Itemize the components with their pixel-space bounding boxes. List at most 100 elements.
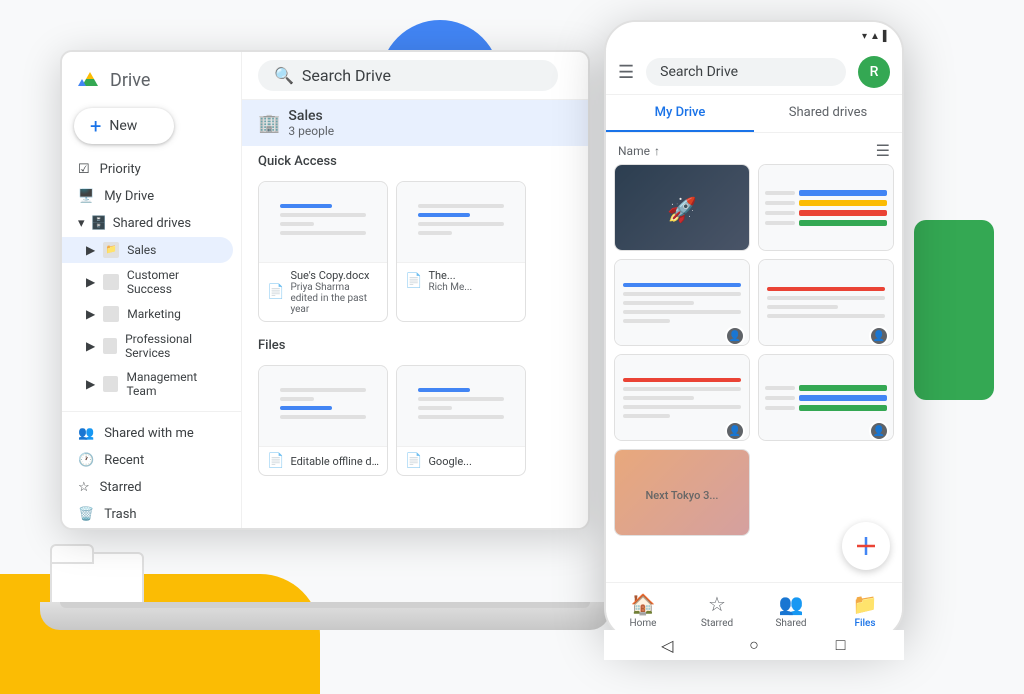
tab-shared-drives[interactable]: Shared drives: [754, 95, 902, 132]
sales-label: Sales: [127, 243, 156, 257]
hamburger-menu-icon[interactable]: ☰: [618, 62, 634, 83]
tab-shared-drives-label: Shared drives: [789, 105, 867, 120]
new-button[interactable]: + New: [74, 108, 174, 144]
recents-button[interactable]: □: [831, 635, 851, 655]
sidebar: Drive + New ☑ Priority 🖥️ My Drive: [62, 52, 242, 528]
professional-drive-icon: [103, 338, 117, 354]
shared-with-me-label: Shared with me: [104, 426, 194, 441]
shared-nav-icon: 👥: [779, 592, 804, 616]
desktop-topbar: 🔍 Search Drive: [242, 52, 588, 100]
sales-drive-icon: 📁: [103, 242, 119, 258]
customer-drive-icon: [103, 274, 119, 290]
file-card-the[interactable]: 📄 The... Rich Me...: [396, 181, 526, 322]
sidebar-drive-management[interactable]: ▶ Management Team: [62, 365, 233, 403]
laptop-container: Drive + New ☑ Priority 🖥️ My Drive: [60, 50, 620, 630]
drive-logo-text: Drive: [110, 70, 150, 91]
sort-control[interactable]: Name ↑: [618, 144, 660, 158]
starred-nav-icon: ☆: [708, 592, 726, 616]
priority-label: Priority: [100, 162, 141, 177]
desktop-search-box[interactable]: 🔍 Search Drive: [258, 60, 558, 91]
selected-drive-name: Sales: [288, 108, 334, 124]
tab-my-drive-label: My Drive: [655, 105, 706, 120]
file-person-2: Rich Me...: [428, 282, 472, 293]
tab-my-drive[interactable]: My Drive: [606, 95, 754, 132]
desktop-search-text: Search Drive: [302, 66, 391, 85]
file-thumb-tokyo: Next Tokyo 3...: [615, 450, 749, 536]
file-card-task[interactable]: 👤 W Task details ⋮: [614, 259, 750, 346]
astronaut-image: 🚀: [615, 165, 749, 251]
trash-label: Trash: [104, 507, 136, 522]
my-drive-icon: 🖥️: [78, 189, 94, 204]
user-avatar[interactable]: R: [858, 56, 890, 88]
file-card-sues-copy[interactable]: 📄 Sue's Copy.docx Priya Sharma edited in…: [258, 181, 388, 322]
sidebar-item-trash[interactable]: 🗑️ Trash: [62, 501, 233, 528]
fab-button[interactable]: [842, 522, 890, 570]
mobile-search-text: Search Drive: [660, 64, 738, 80]
file-name-editable: Editable offline docu...: [290, 455, 379, 468]
phone-nav-bar: ◁ ○ □: [604, 630, 904, 660]
file-name: Sue's Copy.docx: [290, 269, 379, 282]
file-thumb-task: 👤: [615, 260, 749, 346]
mobile-file-grid: 🚀 🖼️ astronaut.jpg ⋮: [606, 164, 902, 544]
marketing-drive-icon: [103, 306, 119, 322]
file-card-editable[interactable]: 📄 Editable offline docu...: [258, 365, 388, 476]
file-thumb-google: [397, 366, 525, 446]
file-thumb-work-list: 👤: [759, 355, 893, 441]
sidebar-drive-professional[interactable]: ▶ Professional Services: [62, 327, 233, 365]
list-view-icon[interactable]: ☰: [876, 141, 890, 160]
home-button[interactable]: ○: [744, 635, 764, 655]
phone-container: ▾ ▲ ▌ ☰ Search Drive R My Drive Shared d…: [604, 20, 904, 660]
shared-avatar-4: 👤: [869, 421, 889, 441]
sort-arrow-icon: ↑: [654, 144, 660, 158]
sidebar-drive-sales[interactable]: ▶ 📁 Sales: [62, 237, 233, 263]
file-card-thumb: [259, 182, 387, 262]
sidebar-item-starred[interactable]: ☆ Starred: [62, 474, 233, 501]
user-initial: R: [870, 64, 879, 80]
sidebar-item-priority[interactable]: ☑ Priority: [62, 156, 233, 183]
file-thumb-astronaut: 🚀: [615, 165, 749, 251]
file-card-tokyo[interactable]: Next Tokyo 3... 🖼️ Next Tokyo 3... ⋮: [614, 449, 750, 536]
arrow-right-icon-5: ▶: [86, 377, 95, 391]
sidebar-item-my-drive[interactable]: 🖥️ My Drive: [62, 183, 233, 210]
desktop-drive-ui: Drive + New ☑ Priority 🖥️ My Drive: [62, 52, 588, 528]
shared-avatar: 👤: [725, 326, 745, 346]
file-name-google: Google...: [428, 455, 517, 468]
files-nav-icon: 📁: [853, 592, 878, 616]
phone-body: ▾ ▲ ▌ ☰ Search Drive R My Drive Shared d…: [604, 20, 904, 640]
back-button[interactable]: ◁: [657, 635, 677, 655]
mobile-topbar: ☰ Search Drive R: [606, 50, 902, 95]
file-card-major[interactable]: 👤 📄 Major opportu... ⋮: [758, 259, 894, 346]
files-nav-label: Files: [854, 618, 875, 629]
quick-access-grid: 📄 Sue's Copy.docx Priya Sharma edited in…: [242, 173, 588, 330]
file-thumb-gantt: [759, 165, 893, 251]
new-plus-icon: +: [90, 116, 101, 136]
shared-drives-header[interactable]: ▾ 🗄️ Shared drives: [62, 210, 241, 237]
arrow-right-icon-2: ▶: [86, 275, 95, 289]
sort-label-text: Name: [618, 144, 650, 158]
shared-drive-banner: 🏢 Sales 3 people: [242, 100, 588, 146]
sidebar-drive-customer[interactable]: ▶ Customer Success: [62, 263, 233, 301]
quick-access-label: Quick Access: [242, 146, 588, 173]
starred-icon: ☆: [78, 480, 90, 495]
sidebar-divider: [62, 411, 241, 412]
laptop-screen: Drive + New ☑ Priority 🖥️ My Drive: [60, 50, 590, 530]
sidebar-item-shared-with-me[interactable]: 👥 Shared with me: [62, 420, 233, 447]
file-card-work-list[interactable]: 👤 X Work List_01 ⋮: [758, 354, 894, 441]
sidebar-drive-marketing[interactable]: ▶ Marketing: [62, 301, 233, 327]
files-section-label: Files: [242, 330, 588, 357]
doc-icon-2: 📄: [405, 273, 422, 289]
file-card-gantt[interactable]: 📊 Gantt chart ⋮: [758, 164, 894, 251]
drive-logo-area: Drive: [62, 60, 241, 104]
file-card-my-doc[interactable]: 👤 P My Document ⋮: [614, 354, 750, 441]
file-card-google[interactable]: 📄 Google...: [396, 365, 526, 476]
file-card-astronaut[interactable]: 🚀 🖼️ astronaut.jpg ⋮: [614, 164, 750, 251]
priority-icon: ☑: [78, 162, 90, 177]
status-icons: ▾ ▲ ▌: [862, 31, 890, 42]
new-button-label: New: [109, 118, 137, 134]
arrow-right-icon-4: ▶: [86, 339, 95, 353]
file-person: Priya Sharma edited in the past year: [290, 282, 379, 315]
doc-icon-editable: 📄: [267, 453, 284, 469]
mobile-search-box[interactable]: Search Drive: [646, 58, 846, 86]
starred-label: Starred: [100, 480, 142, 495]
sidebar-item-recent[interactable]: 🕐 Recent: [62, 447, 233, 474]
